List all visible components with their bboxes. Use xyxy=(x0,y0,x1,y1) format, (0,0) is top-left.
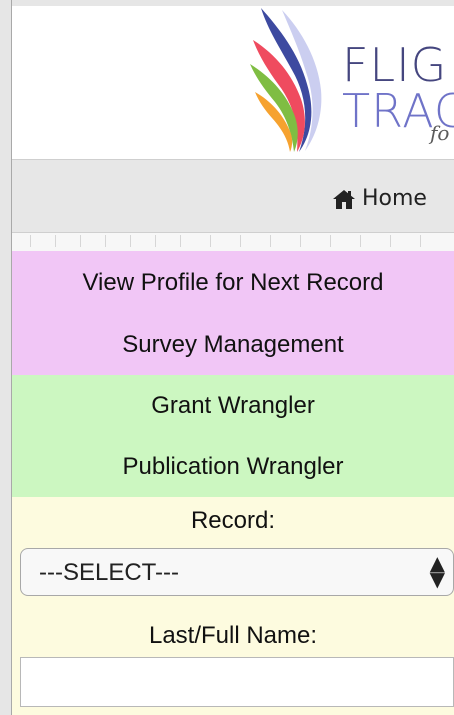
flight-tracker-logo-icon xyxy=(250,8,322,152)
last-full-name-input[interactable] xyxy=(20,657,454,707)
divider-ticks xyxy=(12,233,454,251)
view-profile-link[interactable]: View Profile for Next Record xyxy=(12,251,454,315)
top-navigation: Home xyxy=(12,159,454,233)
record-label: Record: xyxy=(190,507,276,534)
record-select-value: ---SELECT--- xyxy=(39,559,179,586)
page-content: FLIG TRAC fo Home View Profile for Next … xyxy=(12,6,454,715)
view-profile-label: View Profile for Next Record xyxy=(82,269,384,296)
select-arrows-icon: ▲ ▼ xyxy=(429,551,445,591)
grant-wrangler-link[interactable]: Grant Wrangler xyxy=(12,375,454,437)
logo-area: FLIG TRAC fo xyxy=(12,6,454,159)
left-border xyxy=(0,0,12,715)
logo-subtitle: fo xyxy=(430,121,450,145)
home-link[interactable]: Home xyxy=(332,186,427,211)
last-full-name-label: Last/Full Name: xyxy=(148,622,318,649)
grant-wrangler-label: Grant Wrangler xyxy=(151,392,315,419)
home-label: Home xyxy=(362,186,427,211)
survey-management-label: Survey Management xyxy=(122,331,344,358)
home-icon xyxy=(333,189,355,209)
publication-wrangler-label: Publication Wrangler xyxy=(122,453,344,480)
logo-line-one: FLIG xyxy=(342,38,448,92)
record-select[interactable]: ---SELECT--- ▲ ▼ xyxy=(20,548,454,596)
survey-management-link[interactable]: Survey Management xyxy=(12,315,454,375)
browser-frame: FLIG TRAC fo Home View Profile for Next … xyxy=(0,0,454,715)
publication-wrangler-link[interactable]: Publication Wrangler xyxy=(12,437,454,497)
